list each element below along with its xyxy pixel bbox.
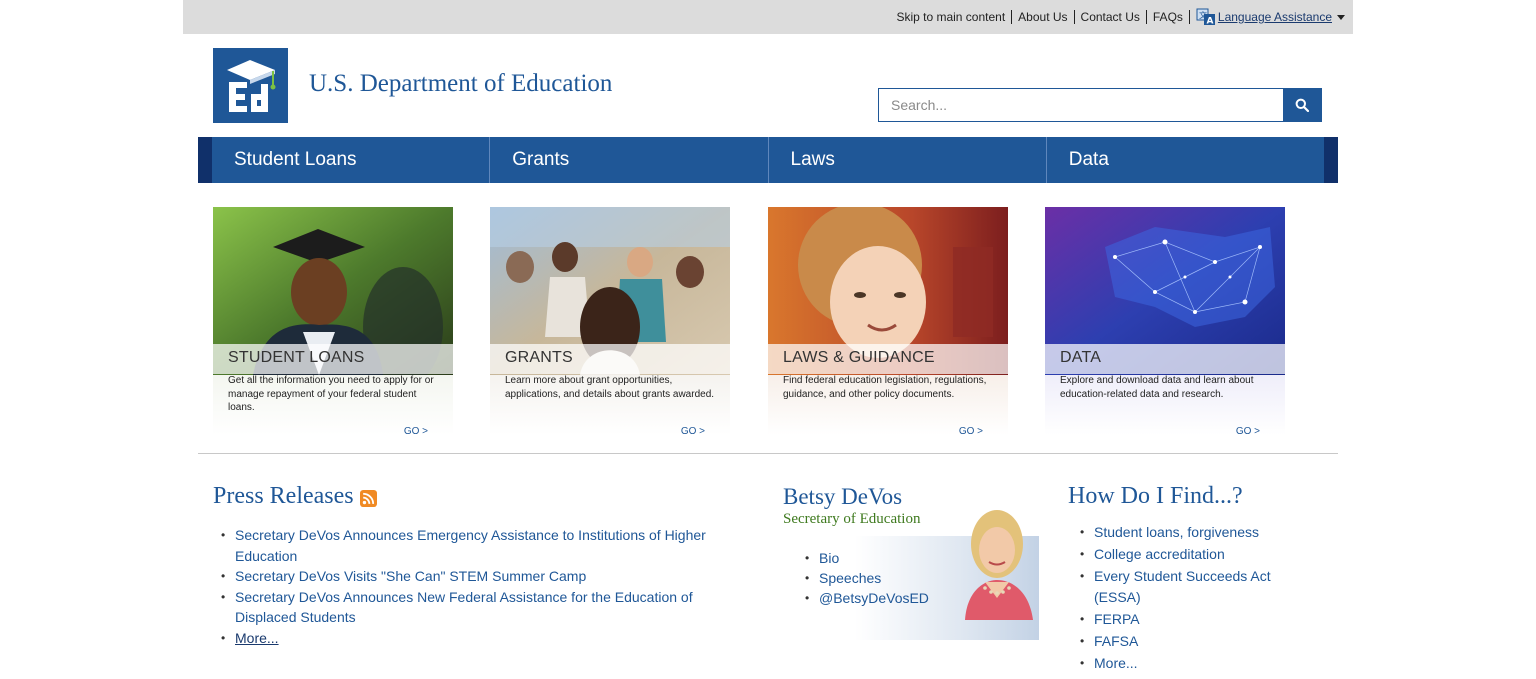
card-description: Get all the information you need to appl…	[228, 375, 434, 413]
language-assistance-dropdown[interactable]: 文 A Language Assistance	[1190, 8, 1345, 26]
contact-us-link[interactable]: Contact Us	[1075, 10, 1147, 24]
find-link[interactable]: FERPA	[1080, 609, 1295, 631]
rss-icon[interactable]	[359, 490, 377, 507]
how-do-i-find-title: How Do I Find...?	[1068, 483, 1243, 509]
bio-link[interactable]: Bio	[805, 548, 965, 568]
ed-logo[interactable]	[213, 48, 288, 123]
svg-text:A: A	[1206, 17, 1213, 27]
secretary-role: Secretary of Education	[783, 511, 921, 527]
nav-tab-student-loans[interactable]: Student Loans	[212, 137, 491, 183]
skip-to-main-link[interactable]: Skip to main content	[890, 10, 1013, 24]
card-student-loans[interactable]: STUDENT LOANS Get all the information yo…	[213, 207, 453, 444]
go-link[interactable]: GO >	[1236, 426, 1260, 437]
secretary-portrait	[955, 500, 1039, 620]
find-link[interactable]: Every Student Succeeds Act (ESSA)	[1080, 566, 1295, 610]
card-description: Find federal education legislation, regu…	[783, 375, 987, 400]
card-title: GRANTS	[490, 344, 730, 374]
language-assistance-label: Language Assistance	[1217, 10, 1332, 24]
language-icon: 文 A	[1196, 8, 1215, 27]
chevron-down-icon	[1337, 14, 1345, 20]
go-link[interactable]: GO >	[681, 426, 705, 437]
press-releases-heading: Press Releases	[213, 483, 377, 510]
site-title[interactable]: U.S. Department of Education	[309, 70, 612, 98]
press-releases-list: Secretary DeVos Announces Emergency Assi…	[221, 525, 721, 648]
card-title: LAWS & GUIDANCE	[768, 344, 1008, 374]
press-release-link[interactable]: Secretary DeVos Visits "She Can" STEM Su…	[221, 566, 721, 587]
secretary-name: Betsy DeVos	[783, 484, 903, 509]
card-title: STUDENT LOANS	[213, 344, 453, 374]
search-icon	[1295, 98, 1309, 112]
nav-tab-data[interactable]: Data	[1047, 137, 1324, 183]
card-title: DATA	[1045, 344, 1285, 374]
go-link[interactable]: GO >	[404, 426, 428, 437]
card-grants[interactable]: GRANTS Learn more about grant opportunit…	[490, 207, 730, 444]
nav-tab-grants[interactable]: Grants	[490, 137, 769, 183]
secretary-links: Bio Speeches @BetsyDeVosED	[805, 548, 965, 608]
how-do-i-find-list: Student loans, forgiveness College accre…	[1080, 522, 1295, 675]
card-description: Explore and download data and learn abou…	[1060, 375, 1254, 400]
utility-links: Skip to main content About Us Contact Us…	[890, 8, 1345, 26]
find-link[interactable]: College accreditation	[1080, 544, 1295, 566]
find-more-link[interactable]: More...	[1080, 653, 1295, 675]
section-divider	[198, 453, 1338, 454]
press-release-link[interactable]: Secretary DeVos Announces New Federal As…	[221, 587, 721, 628]
faqs-link[interactable]: FAQs	[1147, 10, 1190, 24]
press-releases-title: Press Releases	[213, 483, 354, 509]
search-button[interactable]	[1283, 89, 1321, 121]
press-releases-more-link[interactable]: More...	[221, 628, 721, 649]
main-nav: Student Loans Grants Laws Data	[198, 137, 1338, 183]
about-us-link[interactable]: About Us	[1012, 10, 1075, 24]
twitter-link[interactable]: @BetsyDeVosED	[805, 588, 965, 608]
card-laws-guidance[interactable]: LAWS & GUIDANCE Find federal education l…	[768, 207, 1008, 444]
card-description: Learn more about grant opportunities, ap…	[505, 375, 715, 400]
speeches-link[interactable]: Speeches	[805, 568, 965, 588]
find-link[interactable]: FAFSA	[1080, 631, 1295, 653]
card-data[interactable]: DATA Explore and download data and learn…	[1045, 207, 1285, 444]
go-link[interactable]: GO >	[959, 426, 983, 437]
press-release-link[interactable]: Secretary DeVos Announces Emergency Assi…	[221, 525, 721, 566]
search-input[interactable]	[879, 89, 1283, 121]
search-form	[878, 88, 1322, 122]
utility-bar: Skip to main content About Us Contact Us…	[183, 0, 1353, 34]
nav-tab-laws[interactable]: Laws	[769, 137, 1047, 183]
find-link[interactable]: Student loans, forgiveness	[1080, 522, 1295, 544]
